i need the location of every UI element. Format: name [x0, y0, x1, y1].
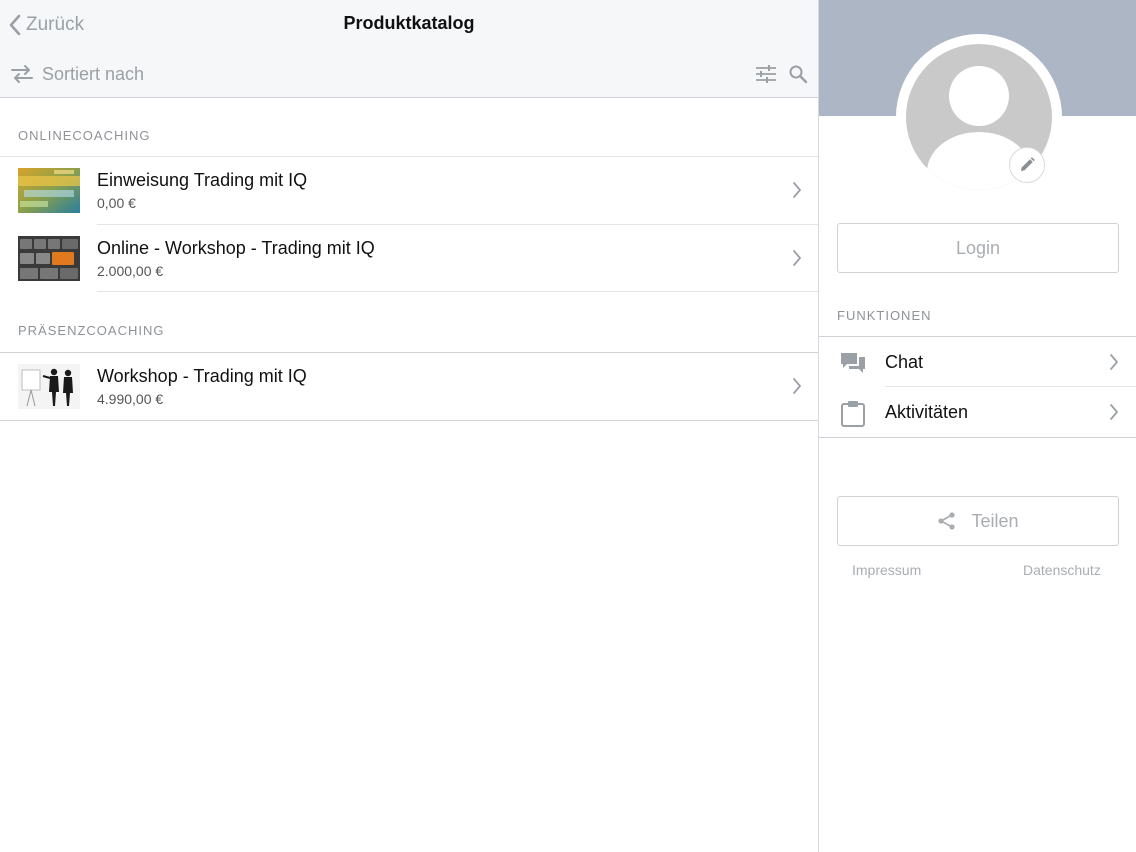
share-label: Teilen — [971, 510, 1019, 531]
product-row[interactable]: Online - Workshop - Trading mit IQ 2.000… — [0, 225, 818, 292]
chat-bubbles-icon — [841, 353, 865, 373]
product-price: 0,00 € — [97, 195, 136, 211]
function-label: Chat — [885, 352, 924, 372]
divider — [819, 437, 1136, 438]
profile-sidebar: Login FUNKTIONEN Chat Aktivitäten Teilen… — [818, 0, 1136, 852]
chevron-right-icon — [793, 378, 801, 394]
function-item-chat[interactable]: Chat — [819, 337, 1136, 387]
filter-button[interactable] — [754, 62, 778, 86]
clipboard-icon — [841, 401, 865, 427]
section-label-onlinecoaching: ONLINECOACHING — [18, 128, 151, 143]
product-price: 2.000,00 € — [97, 263, 164, 279]
search-icon — [789, 65, 808, 84]
chevron-right-icon — [793, 182, 801, 198]
swap-arrows-icon — [11, 65, 33, 83]
page-title: Produktkatalog — [343, 13, 475, 33]
function-label: Aktivitäten — [885, 402, 969, 422]
datenschutz-link[interactable]: Datenschutz — [1023, 562, 1101, 578]
share-button[interactable]: Teilen — [837, 496, 1119, 546]
pencil-icon — [1021, 157, 1035, 171]
product-row[interactable]: Workshop - Trading mit IQ 4.990,00 € — [0, 353, 818, 420]
product-row[interactable]: Einweisung Trading mit IQ 0,00 € — [0, 157, 818, 224]
navigation-header: Zurück Produktkatalog Sortiert nach — [0, 0, 818, 98]
functions-section-label: FUNKTIONEN — [837, 308, 932, 323]
product-name: Online - Workshop - Trading mit IQ — [97, 238, 375, 258]
search-button[interactable] — [786, 62, 810, 86]
function-item-aktivitaeten[interactable]: Aktivitäten — [819, 387, 1136, 437]
product-name: Workshop - Trading mit IQ — [97, 366, 307, 386]
edit-avatar-button[interactable] — [1009, 147, 1045, 183]
divider — [0, 420, 818, 421]
share-icon — [938, 512, 956, 530]
product-catalog-pane: Zurück Produktkatalog Sortiert nach ONLI… — [0, 0, 818, 852]
divider — [97, 291, 818, 292]
product-thumbnail — [18, 168, 80, 213]
filter-sliders-icon — [756, 65, 776, 83]
product-price: 4.990,00 € — [97, 391, 164, 407]
chevron-right-icon — [1110, 354, 1118, 370]
login-button[interactable]: Login — [837, 223, 1119, 273]
product-thumbnail — [18, 236, 80, 281]
chevron-right-icon — [793, 250, 801, 266]
impressum-link[interactable]: Impressum — [852, 562, 921, 578]
section-label-praesenzcoaching: PRÄSENZCOACHING — [18, 323, 165, 338]
product-name: Einweisung Trading mit IQ — [97, 170, 308, 190]
product-thumbnail — [18, 364, 80, 409]
sort-button[interactable]: Sortiert nach — [10, 61, 144, 87]
chevron-right-icon — [1110, 404, 1118, 420]
sort-label: Sortiert nach — [42, 63, 145, 84]
